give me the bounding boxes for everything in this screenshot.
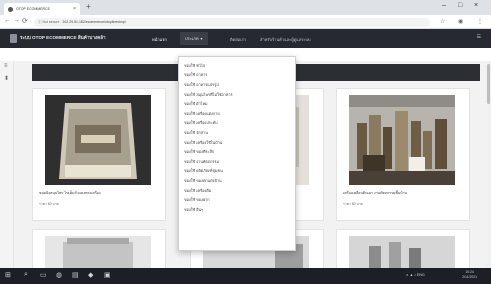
dropdown-item[interactable]: ของใช้ สมุนไพรที่ไม่ใช่อาหาร [179,90,295,100]
browser-app-icon[interactable]: ◍ [56,271,62,279]
list-icon[interactable]: ≡ [4,63,8,69]
dropdown-item[interactable]: ของใช้ ทั่วไป [179,61,295,71]
menu-kebab-icon[interactable]: ⋮ [477,18,483,25]
system-tray[interactable]: ∧ ▲ ♪ ENG [406,273,425,277]
browser-tab[interactable]: OTOP ECOMMERCE × [4,3,80,15]
nav-contact[interactable]: ติดต่อเรา [230,36,246,43]
search-icon[interactable]: ⌕ [24,271,28,279]
nav-home[interactable]: หน้าแรก [152,36,167,43]
chrome-app-icon[interactable]: ▣ [104,271,111,279]
address-bar[interactable]: ⓘ Not secure 202.29.51.182/ecommerce/oto… [34,17,430,27]
product-card[interactable] [336,229,470,272]
product-price: ราคา 80 บาท [343,202,363,206]
tab-title: OTOP ECOMMERCE [16,7,50,11]
category-dropdown-label: ประเภท [185,36,199,41]
task-view-icon[interactable]: ▭ [40,271,47,279]
close-window-icon[interactable]: × [474,2,478,9]
start-button-icon[interactable]: ⊞ [5,271,11,279]
dropdown-item[interactable]: ของใช้ อาหาร [179,71,295,81]
dropdown-item[interactable]: ของใช้ ผลิตภัณฑ์ชุมชน [179,167,295,177]
dropdown-item[interactable]: ของใช้ เครื่องใช้ในบ้าน [179,138,295,148]
new-tab-button[interactable]: + [86,2,91,11]
product-image[interactable] [45,236,151,272]
product-image[interactable] [45,95,151,185]
navbar-bar: ระบบ OTOP ECOMMERCE สินค้าบางคล้า หน้าแร… [0,29,491,48]
product-image[interactable] [349,236,455,272]
product-title[interactable]: ขนมผิงสมุนไพร ไข่เค็มถั่วแดงทรงเครื่อง [39,190,159,196]
taskbar-clock[interactable]: 10:24 2/11/2021 [462,270,477,280]
dropdown-item[interactable]: ของใช้ ของตกแต่งบ้าน [179,176,295,186]
profile-icon[interactable]: ◉ [458,18,463,25]
dropdown-item[interactable]: ของใช้ ของที่ระลึก [179,147,295,157]
product-card[interactable]: เครื่องเคลือบดินเผา งานหัตถกรรมพื้นบ้าน … [336,88,470,221]
bookmark-star-icon[interactable]: ☆ [440,18,445,25]
clock-date: 2/11/2021 [462,275,477,279]
product-photo-bag-icon [45,95,151,185]
forward-icon[interactable]: → [13,17,20,24]
file-explorer-icon[interactable]: ▤ [72,271,79,279]
maximize-icon[interactable]: □ [458,2,462,9]
category-dropdown-menu: ของใช้ ทั่วไป ของใช้ อาหาร ของใช้ อาหารแ… [178,56,296,251]
dropdown-item[interactable]: ของใช้ จักสาน [179,128,295,138]
product-title[interactable]: เครื่องเคลือบดินเผา งานหัตถกรรมพื้นบ้าน [343,190,463,196]
product-photo-pottery-icon [349,95,455,185]
dropdown-item[interactable]: ของใช้ งานหัตถกรรม [179,157,295,167]
brand-name[interactable]: ระบบ OTOP ECOMMERCE สินค้าบางคล้า [20,35,106,42]
left-gutter: ≡ ⬍ [0,61,14,268]
dropdown-item[interactable]: ของใช้ เครื่องดื่ม [179,186,295,196]
product-photo-bottles-icon [349,236,455,272]
url-text[interactable]: 202.29.51.182/ecommerce/otoplineshop/ [62,20,125,24]
hamburger-icon[interactable]: ☰ [477,34,481,40]
minimize-icon[interactable]: – [442,2,446,9]
product-card[interactable] [32,229,166,272]
brand-logo-icon[interactable] [10,34,17,43]
back-icon[interactable]: ← [4,17,11,24]
page-scrollbar[interactable] [486,61,491,268]
dropdown-item[interactable]: ของใช้ ของฝาก [179,195,295,205]
product-card[interactable]: ขนมผิงสมุนไพร ไข่เค็มถั่วแดงทรงเครื่อง ร… [32,88,166,221]
nav-admin[interactable]: สำหรับร้านค้าและผู้ดูแลระบบ [260,36,311,43]
favicon-icon [8,6,13,12]
product-price: ราคา 60 บาท [39,202,59,206]
reload-icon[interactable]: ⟳ [22,17,28,25]
category-dropdown-toggle[interactable]: ประเภท ▾ [180,32,208,45]
dropdown-item[interactable]: ของใช้ เครื่องประดับ [179,119,295,129]
expand-icon[interactable]: ⬍ [4,75,9,82]
dropdown-item[interactable]: ของใช้ ผ้าไหม [179,99,295,109]
browser-tab-strip: OTOP ECOMMERCE × + – □ × [0,0,491,15]
scrollbar-thumb[interactable] [487,64,490,104]
product-image[interactable] [349,95,455,185]
dropdown-item[interactable]: ของใช้ อื่นๆ [179,205,295,215]
close-tab-icon[interactable]: × [73,6,76,12]
store-app-icon[interactable]: ◆ [88,271,93,279]
dropdown-item[interactable]: ของใช้ อาหารแปรรูป [179,80,295,90]
chevron-down-icon: ▾ [200,36,203,41]
os-taskbar: ⊞ ⌕ ▭ ◍ ▤ ◆ ▣ ∧ ▲ ♪ ENG 10:24 2/11/2021 [0,268,491,284]
product-photo-jar-icon [45,236,151,272]
browser-toolbar: ← → ⟳ ⓘ Not secure 202.29.51.182/ecommer… [0,15,491,29]
security-indicator[interactable]: ⓘ Not secure [38,20,59,25]
dropdown-item[interactable]: ของใช้ เครื่องแต่งกาย [179,109,295,119]
